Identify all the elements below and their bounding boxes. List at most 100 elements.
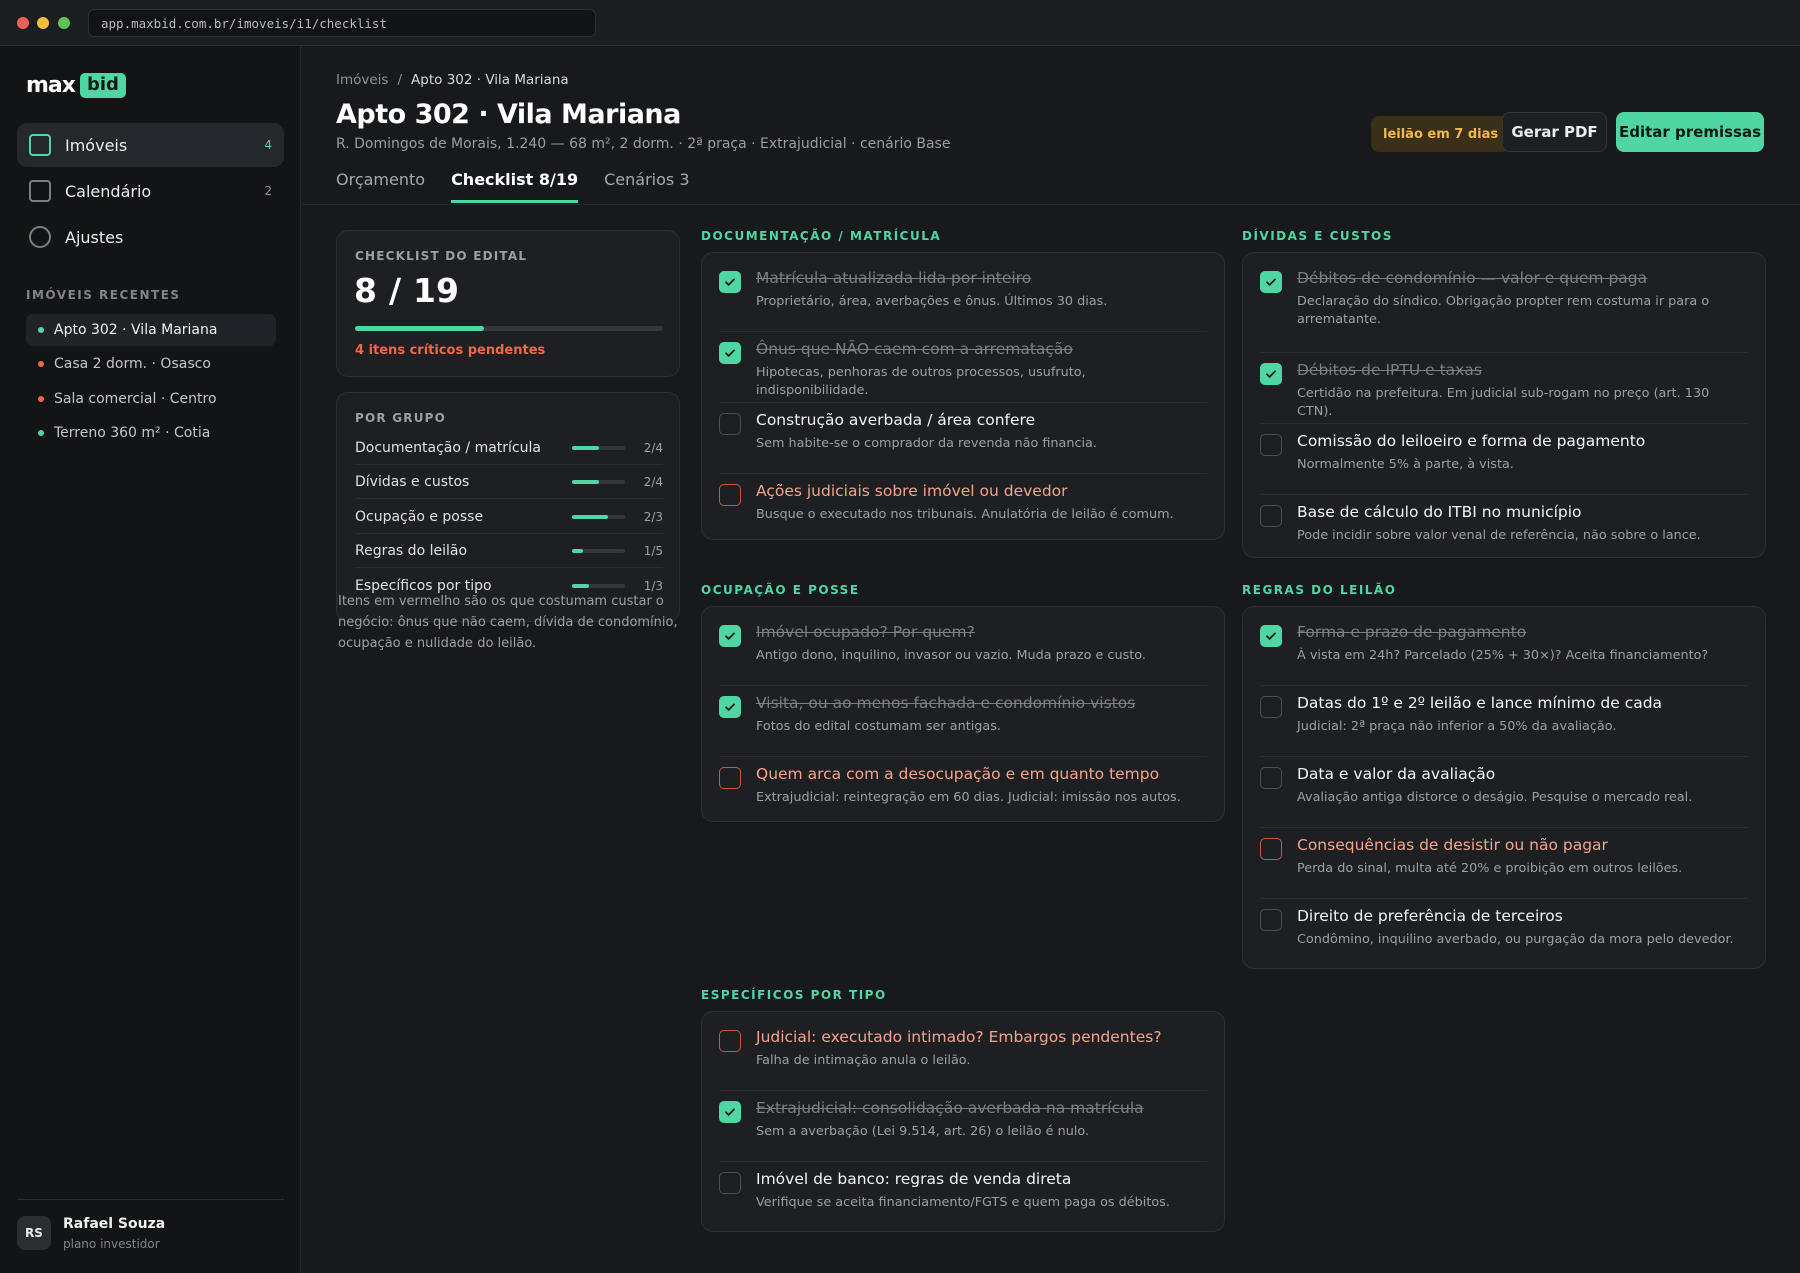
checkbox-unchecked[interactable] xyxy=(1260,696,1282,718)
minimize-window-dot[interactable] xyxy=(37,17,49,29)
recent-item[interactable]: Terreno 360 m² · Cotia xyxy=(26,417,276,449)
checkbox-checked[interactable] xyxy=(719,271,741,293)
check-icon xyxy=(1266,370,1276,378)
breadcrumb-link[interactable]: Imóveis xyxy=(336,72,388,88)
checkbox-checked[interactable] xyxy=(719,342,741,364)
check-icon xyxy=(725,278,735,286)
checklist-item[interactable]: Base de cálculo do ITBI no município Pode… xyxy=(1260,503,1748,566)
breadcrumb: Imóveis / Apto 302 · Vila Mariana xyxy=(336,72,569,88)
group-row[interactable]: Regras do leilão 1/5 xyxy=(355,534,663,568)
maximize-window-dot[interactable] xyxy=(58,17,70,29)
checklist-item[interactable]: Judicial: executado intimado? Embargos p… xyxy=(719,1028,1207,1091)
group-row[interactable]: Ocupação e posse 2/3 xyxy=(355,500,663,534)
checkbox-unchecked[interactable] xyxy=(719,1172,741,1194)
checklist-item[interactable]: Consequências de desistir ou não pagar Pe… xyxy=(1260,836,1748,899)
recent-item-label: Apto 302 · Vila Mariana xyxy=(54,322,218,338)
summary-slash: / xyxy=(388,271,402,310)
recent-title: IMÓVEIS RECENTES xyxy=(26,288,181,302)
group-progress-bar xyxy=(572,514,625,519)
user-plan: plano investidor xyxy=(63,1237,160,1251)
tab-orcamento[interactable]: Orçamento xyxy=(336,170,425,203)
nav-label: Imóveis xyxy=(65,135,128,155)
nav-item-calendario[interactable]: Calendário 2 xyxy=(17,169,284,213)
summary-total: 19 xyxy=(413,271,459,310)
logo-text-bid: bid xyxy=(79,73,126,98)
checkbox-unchecked[interactable] xyxy=(719,413,741,435)
checklist-item[interactable]: Matrícula atualizada lida por inteiro Pro… xyxy=(719,269,1207,332)
checklist-item[interactable]: Débitos de condomínio — valor e quem pag… xyxy=(1260,269,1748,353)
checklist-item[interactable]: Datas do 1º e 2º leilão e lance mínimo d… xyxy=(1260,694,1748,757)
section-title-especificos: ESPECÍFICOS POR TIPO xyxy=(701,988,887,1002)
group-row[interactable]: Dívidas e custos 2/4 xyxy=(355,465,663,499)
checklist-item[interactable]: Direito de preferência de terceiros Condô… xyxy=(1260,907,1748,970)
checkbox-checked[interactable] xyxy=(719,696,741,718)
groups-card: POR GRUPO Documentação / matrícula 2/4 D… xyxy=(336,392,680,622)
checklist-item-title: Data e valor da avaliação xyxy=(1297,765,1496,783)
generate-pdf-button[interactable]: Gerar PDF xyxy=(1502,112,1607,152)
checkbox-unchecked[interactable] xyxy=(1260,838,1282,860)
checkbox-checked[interactable] xyxy=(1260,625,1282,647)
url-bar[interactable]: app.maxbid.com.br/imoveis/i1/checklist xyxy=(88,9,596,37)
checkbox-unchecked[interactable] xyxy=(719,484,741,506)
checklist-item[interactable]: Ações judiciais sobre imóvel ou devedor B… xyxy=(719,482,1207,545)
checklist-item[interactable]: Imóvel ocupado? Por quem? Antigo dono, in… xyxy=(719,623,1207,686)
checklist-item[interactable]: Quem arca com a desocupação e em quanto … xyxy=(719,765,1207,828)
edit-assumptions-button[interactable]: Editar premissas xyxy=(1616,112,1764,152)
checklist-item[interactable]: Construção averbada / área confere Sem ha… xyxy=(719,411,1207,474)
checklist-item-title: Imóvel de banco: regras de venda direta xyxy=(756,1170,1072,1188)
checkbox-unchecked[interactable] xyxy=(1260,767,1282,789)
checklist-item-description: Normalmente 5% à parte, à vista. xyxy=(1297,457,1514,472)
check-icon xyxy=(1266,278,1276,286)
checklist-item-title: Ações judiciais sobre imóvel ou devedor xyxy=(756,482,1068,500)
legend-note: Itens em vermelho são os que costumam cu… xyxy=(338,594,678,651)
checklist-item-title: Direito de preferência de terceiros xyxy=(1297,907,1563,925)
nav-item-ajustes[interactable]: Ajustes xyxy=(17,215,284,259)
square-icon xyxy=(29,134,51,156)
checklist-item[interactable]: Ônus que NÃO caem com a arrematação Hipot… xyxy=(719,340,1207,403)
group-name: Dívidas e custos xyxy=(355,473,470,490)
recent-item-label: Terreno 360 m² · Cotia xyxy=(54,425,211,441)
checklist-item-description: Certidão na prefeitura. Em judicial sub-… xyxy=(1297,386,1710,419)
group-progress-fill xyxy=(572,584,590,588)
recent-item[interactable]: Apto 302 · Vila Mariana xyxy=(26,314,276,346)
checklist-item-title: Forma e prazo de pagamento xyxy=(1297,623,1527,641)
checkbox-unchecked[interactable] xyxy=(1260,505,1282,527)
checkbox-unchecked[interactable] xyxy=(1260,909,1282,931)
checklist-item[interactable]: Forma e prazo de pagamento À vista em 24h… xyxy=(1260,623,1748,686)
nav-item-imoveis[interactable]: Imóveis 4 xyxy=(17,123,284,167)
summary-count: 8 / 19 xyxy=(354,271,459,310)
avatar[interactable]: RS xyxy=(17,1216,51,1250)
checkbox-unchecked[interactable] xyxy=(1260,434,1282,456)
checklist-item-description: Perda do sinal, multa até 20% e proibiçã… xyxy=(1297,861,1683,876)
logo[interactable]: max bid xyxy=(26,73,126,98)
checkbox-unchecked[interactable] xyxy=(719,1030,741,1052)
tabs: Orçamento Checklist 8/19 Cenários 3 xyxy=(336,170,690,203)
section-title-ocupacao: OCUPAÇÃO E POSSE xyxy=(701,583,860,597)
check-icon xyxy=(725,349,735,357)
section-card-ocupacao: Imóvel ocupado? Por quem? Antigo dono, in… xyxy=(701,606,1225,822)
group-progress-bar xyxy=(572,479,625,484)
recent-item-label: Casa 2 dorm. · Osasco xyxy=(54,356,211,372)
group-row[interactable]: Documentação / matrícula 2/4 xyxy=(355,431,663,465)
checklist-item-description: Antigo dono, inquilino, invasor ou vazio… xyxy=(756,648,1146,663)
checkbox-checked[interactable] xyxy=(719,1101,741,1123)
checkbox-checked[interactable] xyxy=(1260,363,1282,385)
checkbox-unchecked[interactable] xyxy=(719,767,741,789)
checklist-item[interactable]: Visita, ou ao menos fachada e condomínio… xyxy=(719,694,1207,757)
checklist-item[interactable]: Data e valor da avaliação Avaliação antig… xyxy=(1260,765,1748,828)
group-name: Ocupação e posse xyxy=(355,508,484,525)
tab-checklist[interactable]: Checklist 8/19 xyxy=(451,170,579,203)
checklist-item[interactable]: Comissão do leiloeiro e forma de pagamen… xyxy=(1260,432,1748,495)
group-name: Documentação / matrícula xyxy=(355,439,541,456)
close-window-dot[interactable] xyxy=(17,17,29,29)
checkbox-checked[interactable] xyxy=(719,625,741,647)
checklist-item[interactable]: Débitos de IPTU e taxas Certidão na prefe… xyxy=(1260,361,1748,424)
checkbox-checked[interactable] xyxy=(1260,271,1282,293)
recent-item[interactable]: Casa 2 dorm. · Osasco xyxy=(26,348,276,380)
recent-item[interactable]: Sala comercial · Centro xyxy=(26,383,276,415)
tab-cenarios[interactable]: Cenários 3 xyxy=(604,170,689,203)
section-title-regras: REGRAS DO LEILÃO xyxy=(1242,583,1397,597)
checklist-item[interactable]: Extrajudicial: consolidação averbada na … xyxy=(719,1099,1207,1162)
checklist-item-title: Datas do 1º e 2º leilão e lance mínimo d… xyxy=(1297,694,1663,712)
checklist-item[interactable]: Imóvel de banco: regras de venda direta V… xyxy=(719,1170,1207,1233)
